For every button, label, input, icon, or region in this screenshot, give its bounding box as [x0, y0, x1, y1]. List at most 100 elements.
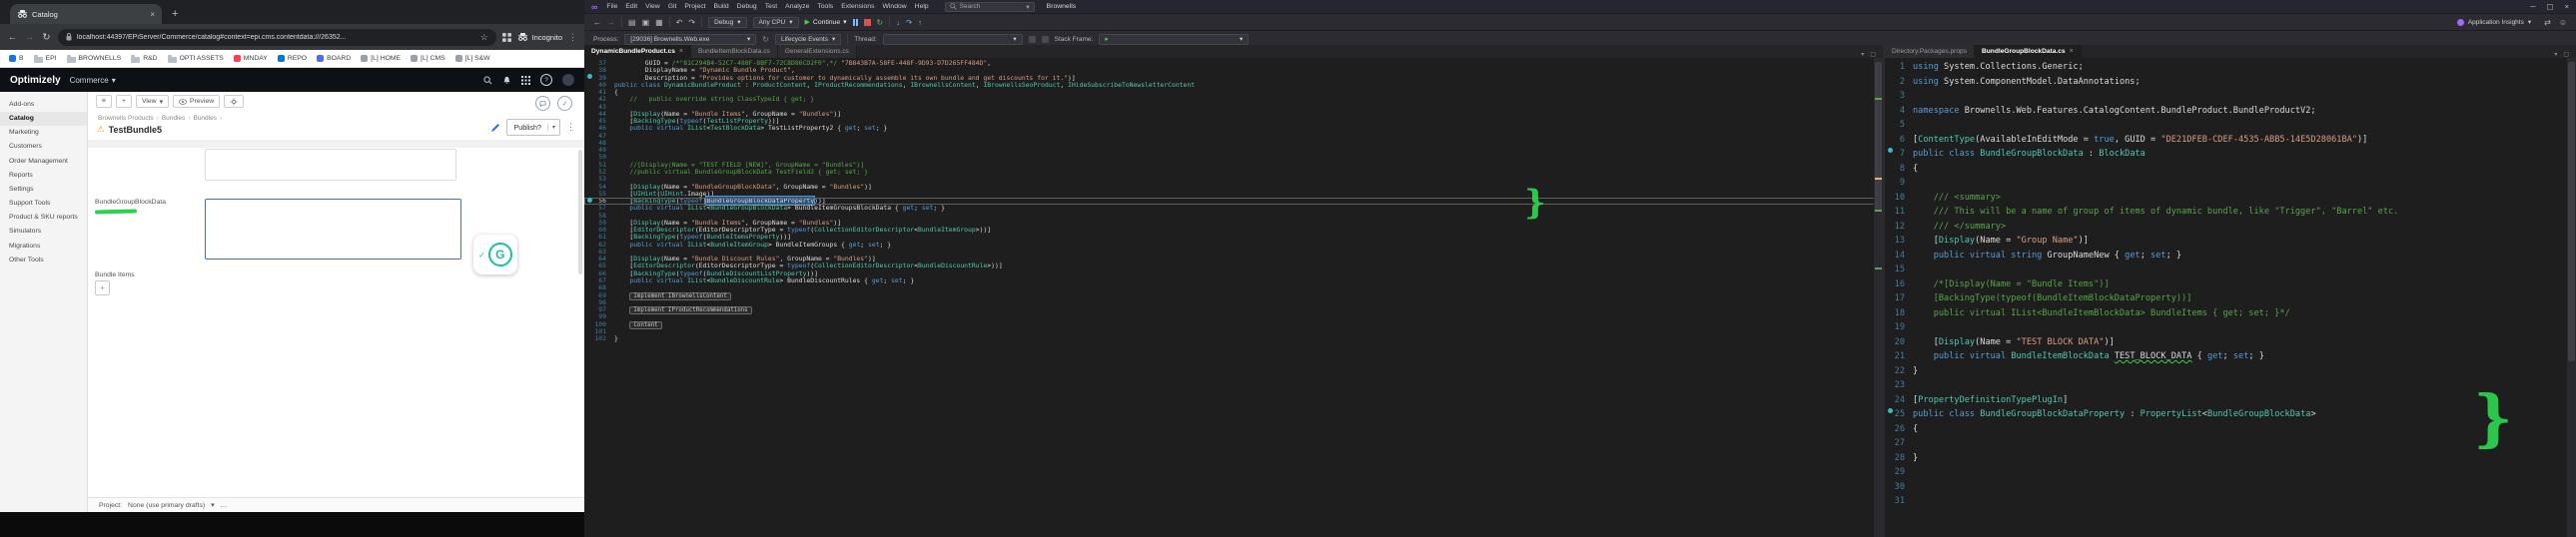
preview-button[interactable]: Preview [172, 95, 221, 108]
code-line[interactable]: 46 public virtual IList<TestBlockData> T… [584, 125, 1883, 133]
code-line[interactable]: 18 public virtual IList<BundleItemBlockD… [1885, 306, 2576, 321]
bookmark-item[interactable]: EPI [33, 54, 57, 63]
menu-extensions[interactable]: Extensions [837, 3, 878, 10]
collapsed-region[interactable]: Content [629, 320, 662, 329]
flag-icon[interactable] [1028, 35, 1036, 43]
menu-git[interactable]: Git [664, 3, 681, 10]
refresh-process-icon[interactable]: ↻ [762, 35, 769, 44]
code-line[interactable]: 16 /*[Display(Name = "Bundle Items")] [1885, 277, 2576, 292]
menu-edit[interactable]: Edit [621, 3, 641, 10]
stop-icon[interactable] [863, 18, 871, 26]
collapsed-region[interactable]: Implement IBrownellsContent [629, 291, 731, 300]
code-line[interactable]: 49 [584, 146, 1883, 154]
document-dropdown-icon[interactable]: ▾ [2554, 51, 2557, 58]
code-line[interactable]: 99 [584, 313, 1883, 321]
code-line[interactable]: 102} [584, 334, 1883, 342]
sidebar-item-product-sku-reports[interactable]: Product & SKU reports [0, 211, 87, 225]
flag-icon[interactable] [1041, 35, 1049, 43]
continue-button[interactable]: ▶ Continue ▾ [805, 18, 847, 27]
tab-close-icon[interactable]: × [150, 10, 155, 19]
product-switcher[interactable]: Commerce ▾ [70, 76, 116, 85]
code-line[interactable]: 52 //public virtual BundleGroupBlockData… [584, 168, 1883, 176]
tasks-button[interactable]: ✓ [557, 96, 572, 111]
menu-window[interactable]: Window [878, 3, 910, 10]
code-line[interactable]: 96 [584, 298, 1883, 306]
step-into-icon[interactable]: ↓ [896, 18, 900, 27]
editor-tab[interactable]: DynamicBundleProduct.cs × [584, 45, 691, 58]
code-line[interactable]: 54 [Display(Name = "BundleGroupBlockData… [584, 183, 1883, 191]
browser-menu-icon[interactable]: ⋮ [568, 32, 577, 43]
undo-icon[interactable]: ↶ [676, 18, 683, 27]
live-share-icon[interactable]: ⇄ [2544, 18, 2551, 27]
sidebar-item-marketing[interactable]: Marketing [0, 126, 87, 140]
feedback-icon[interactable]: ☺ [2559, 18, 2567, 27]
menu-build[interactable]: Build [710, 3, 733, 10]
nav-forward-icon[interactable]: → [607, 18, 615, 27]
bookmark-item[interactable]: BROWNELLS [66, 54, 121, 63]
code-line[interactable]: 48 [584, 139, 1883, 147]
sidebar-item-reports[interactable]: Reports [0, 169, 87, 183]
sidebar-item-customers[interactable]: Customers [0, 140, 87, 154]
tab-close-icon[interactable]: × [679, 48, 683, 55]
vs-search-box[interactable]: Search ▾ [944, 1, 1035, 12]
close-icon[interactable]: × [2565, 2, 2569, 11]
breadcrumb-item[interactable]: Bundles [193, 115, 217, 122]
comments-button[interactable] [535, 96, 550, 111]
nav-back-icon[interactable]: ← [593, 18, 601, 27]
editor-scrollbar[interactable] [2567, 58, 2576, 537]
bookmark-item[interactable]: [L] HOME [361, 55, 401, 62]
new-file-icon[interactable]: ▤ [628, 18, 636, 27]
code-line[interactable]: 3 [1885, 89, 2576, 104]
code-line[interactable]: 97 Implement IProductRecommendations [584, 305, 1883, 315]
code-line[interactable]: 13 [Display(Name = "Group Name")] [1885, 234, 2576, 249]
step-out-icon[interactable]: ↑ [918, 18, 922, 27]
quick-action-icon[interactable] [587, 74, 592, 79]
sidebar-item-add-ons[interactable]: Add-ons [0, 98, 87, 112]
code-line[interactable]: 8{ [1885, 162, 2576, 177]
code-line[interactable]: 29 [1885, 465, 2576, 480]
editor-tab[interactable]: GeneralExtensions.cs [777, 45, 857, 58]
platform-dropdown[interactable]: Any CPU ▾ [752, 16, 799, 28]
step-over-icon[interactable]: ↷ [906, 18, 912, 27]
sidebar-item-migrations[interactable]: Migrations [0, 240, 87, 254]
redo-icon[interactable]: ↷ [688, 18, 695, 27]
float-window-icon[interactable]: ▢ [2563, 51, 2569, 58]
code-line[interactable]: 30 [1885, 480, 2576, 495]
sidebar-item-settings[interactable]: Settings [0, 183, 87, 197]
tab-close-icon[interactable]: × [2070, 48, 2074, 55]
inheritance-glyph-icon[interactable] [1888, 408, 1893, 413]
browser-tab[interactable]: Catalog × [10, 4, 162, 24]
code-line[interactable]: 19 [1885, 320, 2576, 335]
menu-project[interactable]: Project [680, 3, 709, 10]
code-line[interactable]: 7 public class BundleGroupBlockData : Blo… [1885, 147, 2576, 162]
bookmark-item[interactable]: BOARD [317, 55, 351, 62]
float-window-icon[interactable]: ▢ [1870, 51, 1876, 58]
code-line[interactable]: 62 public virtual IList<BundleItemGroup>… [584, 241, 1883, 249]
code-line[interactable]: 11 /// This will be a name of group of i… [1885, 205, 2576, 220]
pause-icon[interactable] [852, 18, 858, 26]
save-all-icon[interactable]: ▦ [655, 18, 663, 27]
sidebar-item-simulators[interactable]: Simulators [0, 225, 87, 239]
menu-help[interactable]: Help [911, 3, 933, 10]
code-line[interactable]: 101 [584, 327, 1883, 335]
bookmark-item[interactable]: [L] S&W [454, 55, 490, 62]
reload-icon[interactable]: ↻ [41, 32, 52, 43]
quick-action-icon[interactable] [587, 198, 592, 203]
bell-icon[interactable] [502, 76, 511, 85]
menu-test[interactable]: Test [761, 3, 781, 10]
content-scrollbar[interactable] [578, 150, 582, 274]
sidebar-item-order-management[interactable]: Order Management [0, 155, 87, 169]
search-icon[interactable] [483, 75, 492, 85]
code-line[interactable]: 9 [1885, 176, 2576, 191]
application-insights-dropdown[interactable]: Application Insights ▾ [2452, 17, 2536, 28]
code-line[interactable]: 10 /// <summary> [1885, 191, 2576, 206]
sidebar-item-support-tools[interactable]: Support Tools [0, 197, 87, 211]
maximize-icon[interactable]: ▢ [2547, 2, 2554, 11]
save-icon[interactable]: ▣ [642, 18, 650, 27]
options-kebab-icon[interactable]: ⋮ [566, 122, 575, 133]
restart-icon[interactable]: ↻ [877, 18, 884, 27]
bookmark-item[interactable]: OPTI ASSETS [167, 54, 224, 63]
help-icon[interactable]: ? [540, 74, 552, 86]
code-line[interactable]: 42 // public override string ClassTypeId… [584, 96, 1883, 104]
bookmark-star-icon[interactable]: ☆ [480, 32, 488, 43]
